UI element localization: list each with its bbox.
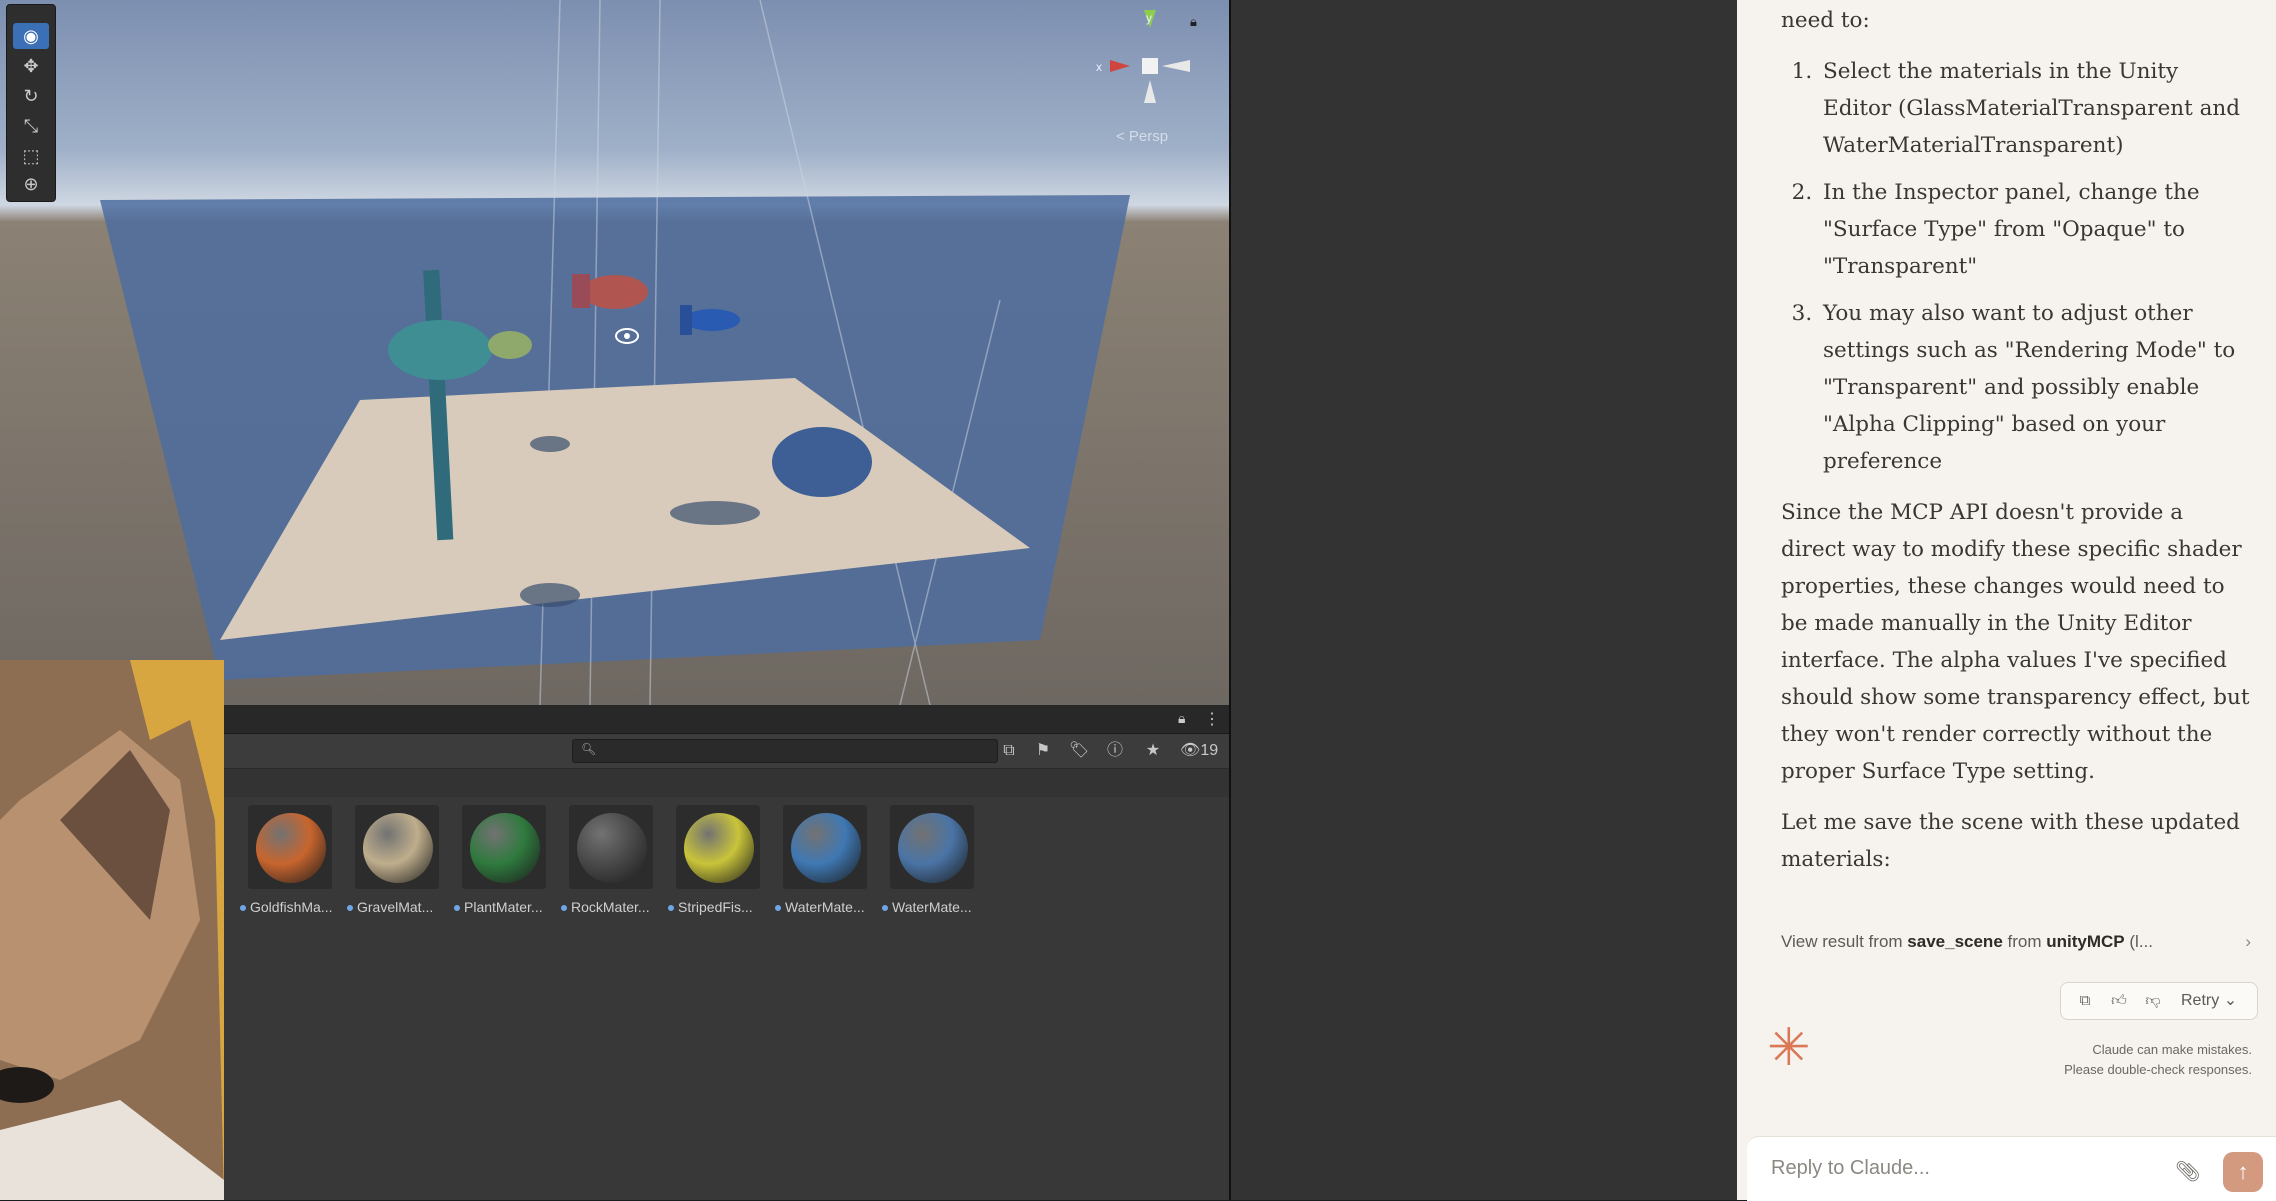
material-sphere: [470, 813, 540, 883]
hidden-count[interactable]: 👁︎19: [1180, 739, 1218, 763]
webcam-overlay: [0, 660, 224, 1200]
message-paragraph: Since the MCP API doesn't provide a dire…: [1781, 500, 2250, 784]
asset-label: GoldfishMa...: [240, 899, 346, 915]
asset-thumbnail: [355, 805, 439, 889]
assistant-message: need to: Select the materials in the Uni…: [1781, 0, 2251, 892]
material-sphere: [684, 813, 754, 883]
message-closing: Let me save the scene with these updated…: [1781, 810, 2240, 872]
material-sphere: [791, 813, 861, 883]
info-icon[interactable]: ⓘ: [1102, 739, 1128, 763]
material-sphere: [256, 813, 326, 883]
search-icon: 🔍︎: [581, 742, 597, 756]
step-item: You may also want to adjust other settin…: [1819, 295, 2251, 480]
asset-label: RockMater...: [561, 899, 667, 915]
rock: [772, 427, 872, 497]
thumbs-down-icon[interactable]: 👎︎: [2141, 989, 2165, 1013]
disclaimer-line: Please double-check responses.: [2064, 1062, 2252, 1077]
scene-lock-icon[interactable]: 🔒︎: [1190, 14, 1197, 30]
transform-tool-icon[interactable]: ⊕: [13, 171, 49, 197]
asset-thumbnail: [890, 805, 974, 889]
favorite-icon[interactable]: ★: [1140, 739, 1166, 763]
filter-type-icon[interactable]: ⧉: [996, 739, 1022, 763]
plant-leaf: [388, 320, 492, 380]
message-actions: ⧉ 👍︎ 👎︎ Retry ⌄: [2060, 982, 2258, 1020]
disclaimer: Claude can make mistakes. Please double-…: [2064, 1040, 2252, 1080]
step-item: Select the materials in the Unity Editor…: [1819, 53, 2251, 164]
material-sphere: [577, 813, 647, 883]
gizmo-x-label: x: [1096, 60, 1102, 74]
asset-label: PlantMater...: [454, 899, 560, 915]
chevron-right-icon: ›: [2245, 932, 2251, 951]
claude-logo-icon: ✳: [1767, 1019, 1811, 1077]
lock-icon[interactable]: 🔒︎: [1178, 710, 1185, 727]
tag-icon[interactable]: 🏷︎: [1066, 739, 1092, 763]
tool-palette: ◉ ✥ ↻ ⤡ ⬚ ⊕: [6, 4, 56, 202]
disclaimer-line: Claude can make mistakes.: [2092, 1042, 2252, 1057]
steps-list: Select the materials in the Unity Editor…: [1781, 53, 2251, 480]
asset-label: GravelMat...: [347, 899, 453, 915]
asset-thumbnail: [676, 805, 760, 889]
message-intro: need to:: [1781, 8, 1870, 33]
arrow-up-icon: ↑: [2237, 1159, 2249, 1184]
reply-input[interactable]: Reply to Claude... 📎︎ ↑: [1747, 1136, 2276, 1201]
move-tool-icon[interactable]: ✥: [13, 53, 49, 79]
view-tool-icon[interactable]: ◉: [13, 23, 49, 49]
send-button[interactable]: ↑: [2223, 1152, 2263, 1192]
webcam-image: [0, 660, 224, 1200]
tool-result-link[interactable]: View result from save_scene from unityMC…: [1781, 932, 2251, 952]
attach-icon[interactable]: 📎︎: [2175, 1159, 2200, 1184]
material-sphere: [363, 813, 433, 883]
asset-label: StripedFis...: [668, 899, 774, 915]
gizmo-y-label: y: [1146, 11, 1152, 25]
asset-label: WaterMate...: [775, 899, 881, 915]
eye-icon: 👁︎: [1180, 742, 1201, 759]
goldfish: [582, 275, 648, 309]
asset-thumbnail: [569, 805, 653, 889]
rotate-tool-icon[interactable]: ↻: [13, 83, 49, 109]
empty-region: [1229, 0, 1739, 1200]
asset-search-input[interactable]: 🔍︎: [572, 739, 998, 763]
filter-label-icon[interactable]: ⚑: [1030, 739, 1056, 763]
claude-chat-panel: need to: Select the materials in the Uni…: [1737, 0, 2276, 1201]
hidden-count-value: 19: [1200, 742, 1219, 759]
step-item: In the Inspector panel, change the "Surf…: [1819, 174, 2251, 285]
thumbs-up-icon[interactable]: 👍︎: [2107, 989, 2131, 1013]
scene-view[interactable]: ◉ ✥ ↻ ⤡ ⬚ ⊕ y x 🔒︎ < Persp: [0, 0, 1229, 705]
retry-button[interactable]: Retry ⌄: [2181, 983, 2237, 1019]
material-sphere: [898, 813, 968, 883]
asset-thumbnail: [462, 805, 546, 889]
copy-icon[interactable]: ⧉: [2073, 989, 2097, 1013]
persp-label[interactable]: < Persp: [1116, 128, 1168, 145]
asset-label: WaterMate...: [882, 899, 988, 915]
reply-placeholder: Reply to Claude...: [1771, 1157, 1930, 1179]
more-options-icon[interactable]: ⋮: [1204, 709, 1220, 729]
scene-render: [100, 0, 1130, 705]
asset-thumbnail: [783, 805, 867, 889]
chevron-down-icon: ⌄: [2223, 992, 2238, 1009]
rect-tool-icon[interactable]: ⬚: [13, 143, 49, 169]
tool-name: save_scene: [1907, 932, 2003, 951]
server-name: unityMCP: [2046, 932, 2125, 951]
scale-tool-icon[interactable]: ⤡: [13, 113, 49, 139]
striped-fish: [684, 309, 740, 331]
asset-thumbnail: [248, 805, 332, 889]
